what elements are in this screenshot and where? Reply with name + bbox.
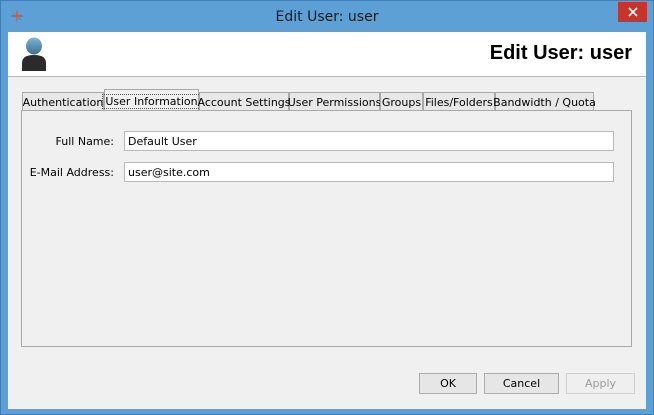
tab-groups[interactable]: Groups bbox=[380, 92, 423, 111]
dialog-client-area: Edit User: user Authentication User Info… bbox=[8, 32, 646, 409]
header-banner: Edit User: user bbox=[8, 32, 646, 77]
full-name-label: Full Name: bbox=[55, 135, 114, 148]
tab-user-information[interactable]: User Information bbox=[102, 89, 201, 112]
user-information-panel: Full Name: Default User E-Mail Address: … bbox=[21, 110, 632, 347]
tab-authentication[interactable]: Authentication bbox=[22, 92, 104, 111]
edit-user-window: Edit User: user Edit User: user Authenti… bbox=[0, 0, 654, 415]
email-label: E-Mail Address: bbox=[29, 166, 114, 179]
tab-files-folders[interactable]: Files/Folders bbox=[423, 92, 495, 111]
email-field[interactable]: user@site.com bbox=[124, 162, 614, 182]
header-title: Edit User: user bbox=[489, 42, 632, 64]
tab-user-permissions[interactable]: User Permissions bbox=[288, 92, 381, 111]
tab-account-settings[interactable]: Account Settings bbox=[197, 92, 291, 111]
window-title: Edit User: user bbox=[275, 8, 379, 25]
email-value: user@site.com bbox=[128, 165, 210, 179]
user-avatar-icon bbox=[20, 37, 48, 71]
cancel-button[interactable]: Cancel bbox=[484, 373, 559, 394]
ok-button[interactable]: OK bbox=[419, 373, 477, 394]
close-button[interactable] bbox=[618, 2, 647, 22]
tab-bandwidth-quota[interactable]: Bandwidth / Quota bbox=[493, 92, 596, 111]
close-icon bbox=[627, 7, 638, 17]
app-logo-icon bbox=[9, 8, 25, 24]
full-name-value: Default User bbox=[128, 134, 197, 148]
title-bar[interactable]: Edit User: user bbox=[1, 1, 653, 32]
full-name-field[interactable]: Default User bbox=[124, 131, 614, 151]
apply-button[interactable]: Apply bbox=[566, 373, 635, 394]
